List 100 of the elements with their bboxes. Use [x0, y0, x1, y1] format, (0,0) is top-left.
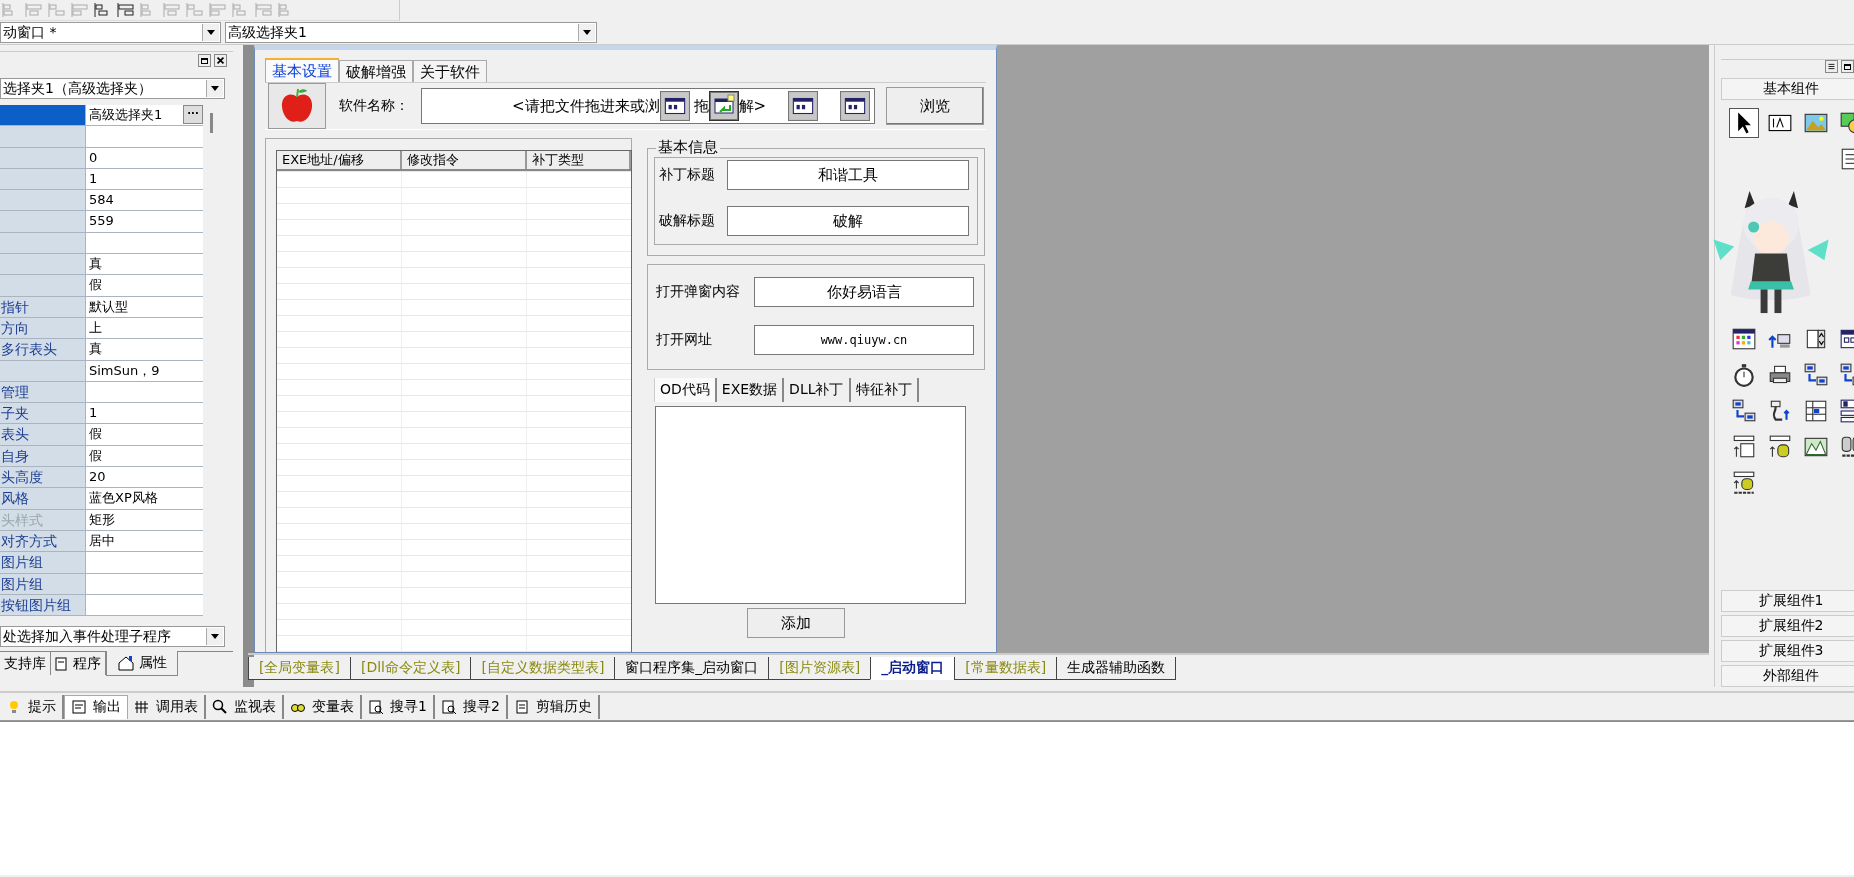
form-tab[interactable]: 破解增强: [339, 60, 413, 82]
property-name[interactable]: 方向: [0, 317, 85, 339]
property-name[interactable]: 图片组: [0, 552, 85, 573]
property-value[interactable]: SimSun，9: [85, 360, 203, 381]
stopwatch-icon[interactable]: [1731, 362, 1757, 388]
property-value[interactable]: 真: [85, 339, 203, 360]
search-icon: [212, 698, 228, 715]
property-name[interactable]: 多行表头: [0, 339, 85, 360]
find-icon: [440, 698, 457, 715]
database-icon[interactable]: [1767, 434, 1793, 460]
output-tab[interactable]: 剪辑历史: [507, 694, 600, 719]
property-name[interactable]: 管理: [0, 381, 85, 403]
field-label: 软件名称：: [339, 97, 409, 115]
document-icon: [71, 699, 87, 715]
property-name[interactable]: 指针: [0, 296, 85, 317]
column-header[interactable]: EXE地址/偏移: [277, 151, 402, 169]
pointer-icon[interactable]: [1729, 108, 1759, 138]
object-combo[interactable]: 选择夹1（高级选择夹）: [0, 78, 225, 99]
menu-icon[interactable]: [1825, 60, 1838, 73]
window-swap-icon[interactable]: [708, 91, 739, 121]
output-tab[interactable]: 输出: [64, 694, 128, 719]
restore-icon[interactable]: [198, 54, 211, 67]
output-tab[interactable]: 变量表: [284, 694, 362, 719]
form-tab[interactable]: 基本设置: [265, 58, 339, 82]
property-value[interactable]: 蓝色XP风格: [85, 488, 203, 509]
output-tab[interactable]: 监视表: [206, 694, 284, 719]
file-name-field[interactable]: <请把文件拖进来或浏 拖 解>: [421, 88, 875, 124]
find-icon: [368, 698, 384, 715]
property-value[interactable]: 20: [85, 467, 203, 488]
component-combo[interactable]: 高级选择夹1: [225, 22, 597, 43]
property-value[interactable]: 584: [85, 190, 203, 211]
palette-group-button[interactable]: 扩展组件2: [1721, 615, 1854, 637]
network-icon[interactable]: [1803, 362, 1829, 388]
property-value[interactable]: 假: [85, 424, 203, 445]
patch-tab[interactable]: 特征补丁: [850, 378, 919, 402]
text-field[interactable]: 你好易语言: [754, 277, 974, 307]
field-label: 破解标题: [659, 212, 716, 230]
patch-tab[interactable]: EXE数据: [716, 378, 785, 402]
property-name[interactable]: 头高度: [0, 467, 85, 488]
calendar-icon[interactable]: [1731, 326, 1757, 352]
field-label: 打开弹窗内容: [656, 283, 741, 301]
close-icon[interactable]: [214, 54, 227, 67]
palette-group-button[interactable]: 基本组件: [1721, 78, 1854, 100]
window-combo[interactable]: 动窗口 *: [0, 22, 221, 43]
output-tab[interactable]: 搜寻1: [362, 694, 435, 719]
property-name[interactable]: 自身: [0, 445, 85, 467]
property-value[interactable]: 假: [85, 275, 203, 296]
patch-tab[interactable]: OD代码: [654, 378, 717, 402]
palette-group-button[interactable]: 扩展组件3: [1721, 640, 1854, 662]
code-tab[interactable]: 生成器辅助函数: [1056, 657, 1177, 680]
window-icon[interactable]: [788, 91, 819, 121]
record-icon[interactable]: [1731, 434, 1757, 460]
palette-group-button[interactable]: 外部组件: [1721, 665, 1854, 687]
output-tab[interactable]: 调用表: [128, 694, 206, 719]
more-button[interactable]: ···: [183, 105, 203, 124]
apple-icon: [279, 87, 315, 125]
align-icon[interactable]: [117, 2, 135, 18]
property-value[interactable]: 假: [85, 445, 203, 467]
browse-button[interactable]: 浏览: [886, 87, 984, 125]
window-icon[interactable]: [659, 91, 690, 121]
document-icon: [513, 698, 530, 715]
form-tab[interactable]: 关于软件: [413, 60, 487, 82]
property-value[interactable]: 1: [85, 403, 203, 424]
palette-group-button[interactable]: 扩展组件1: [1721, 590, 1854, 612]
event-combo[interactable]: 处选择加入事件处理子程序: [0, 626, 225, 648]
property-name[interactable]: 图片组: [0, 573, 85, 594]
property-value[interactable]: 0: [85, 147, 203, 168]
property-value[interactable]: 上: [85, 317, 203, 339]
property-name[interactable]: 对齐方式: [0, 530, 85, 552]
network-icon[interactable]: [1731, 398, 1757, 424]
document-icon: [55, 656, 69, 671]
property-value[interactable]: 真: [85, 254, 203, 275]
property-name[interactable]: 按钮图片组: [0, 594, 85, 616]
property-name[interactable]: 表头: [0, 424, 85, 445]
patch-tab[interactable]: DLL补丁: [784, 378, 851, 402]
grid-icon[interactable]: [1803, 398, 1829, 424]
code-tab[interactable]: _启动窗口: [870, 657, 956, 680]
text-field[interactable]: 破解: [727, 206, 969, 236]
property-value: 高级选择夹1: [89, 106, 163, 124]
property-value[interactable]: 559: [85, 211, 203, 232]
odbc-database-icon[interactable]: [1731, 470, 1757, 496]
property-name[interactable]: 风格: [0, 488, 85, 509]
text-field[interactable]: 和谐工具: [727, 160, 969, 190]
column-header[interactable]: 补丁类型: [527, 151, 631, 169]
panel-tab[interactable]: 属性: [106, 651, 178, 677]
output-tab[interactable]: 搜寻2: [434, 694, 508, 719]
window-icon[interactable]: [840, 91, 871, 121]
scrollbar-thumb[interactable]: [210, 113, 213, 133]
column-header[interactable]: 修改指令: [402, 151, 527, 169]
property-name[interactable]: [0, 105, 85, 126]
text-field[interactable]: www.qiuyw.cn: [754, 325, 974, 355]
property-name[interactable]: 子夹: [0, 403, 85, 424]
property-value[interactable]: 默认型: [85, 296, 203, 317]
restore-icon[interactable]: [1841, 60, 1854, 73]
code-tab[interactable]: 窗口程序集_启动窗口: [614, 657, 770, 680]
grid-icon: [134, 698, 150, 715]
property-value[interactable]: 居中: [85, 530, 203, 552]
property-value[interactable]: 1: [85, 168, 203, 190]
add-button[interactable]: 添加: [747, 608, 845, 638]
group-title: 基本信息: [656, 138, 720, 157]
